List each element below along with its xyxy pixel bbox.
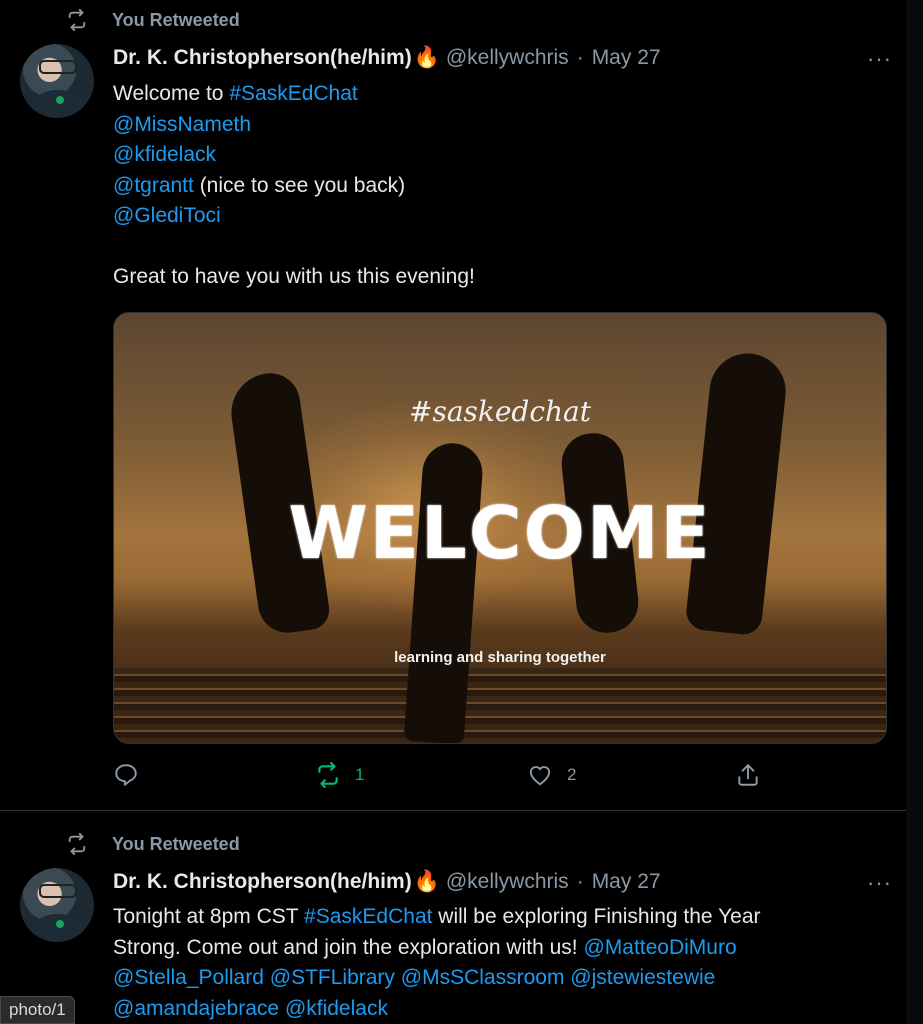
fire-emoji: 🔥 (413, 46, 440, 69)
mention-link[interactable]: @kfidelack (285, 997, 388, 1020)
tweet-text-line: Welcome to #SaskEdChat (113, 79, 853, 110)
tweet-1[interactable]: You Retweeted Dr. K. Christopherson(he/h… (0, 0, 906, 810)
mention-link[interactable]: @STFLibrary (270, 966, 395, 989)
tweet-text-line: @amandajebrace @kfidelack (113, 994, 853, 1024)
avatar-pin (56, 920, 64, 928)
separator-dot: · (576, 870, 584, 893)
like-button[interactable]: 2 (527, 762, 576, 788)
avatar-glasses (39, 884, 77, 898)
author-handle[interactable]: @kellywchris (446, 870, 569, 894)
retweet-indicator: You Retweeted (66, 8, 240, 32)
scrollbar[interactable] (906, 0, 923, 1024)
tweet-body: Welcome to #SaskEdChat @MissNameth @kfidel… (113, 79, 853, 293)
tweet-text-line: @Stella_Pollard @STFLibrary @MsSClassroo… (113, 963, 853, 994)
fire-emoji: 🔥 (413, 870, 440, 893)
reply-icon (115, 764, 137, 786)
retweet-indicator: You Retweeted (66, 832, 240, 856)
tweet-actions: 1 2 (113, 762, 813, 792)
avatar-shirt (26, 914, 88, 942)
mention-link[interactable]: @MatteoDiMuro (583, 936, 736, 959)
mention-link[interactable]: @GlediToci (113, 204, 221, 227)
image-welcome-text: WELCOME (288, 491, 712, 575)
author-handle[interactable]: @kellywchris (446, 46, 569, 70)
tweet-text: Great to have you with us this evening! (113, 265, 475, 288)
retweet-icon (318, 762, 338, 788)
mention-link[interactable]: @Stella_Pollard (113, 966, 264, 989)
avatar[interactable] (20, 44, 94, 118)
mention-link[interactable]: @MissNameth (113, 113, 251, 136)
tweet-header: Dr. K. Christopherson(he/him) 🔥 @kellywc… (113, 870, 661, 894)
tweet-text-line: @MissNameth (113, 110, 853, 141)
tweet-text-line: @tgrantt (nice to see you back) (113, 171, 853, 202)
retweet-label: You Retweeted (112, 833, 240, 854)
sea-waves (114, 668, 886, 743)
retweet-icon (68, 833, 86, 855)
tweet-text: Welcome to (113, 82, 230, 105)
avatar-shirt (26, 90, 88, 118)
tweet-2[interactable]: You Retweeted Dr. K. Christopherson(he/h… (0, 811, 906, 1024)
retweet-label: You Retweeted (112, 9, 240, 30)
image-hashtag-text: #saskedchat (408, 395, 591, 428)
tweet-text: Tonight at 8pm CST (113, 905, 305, 928)
more-icon[interactable]: ··· (867, 870, 892, 896)
tweet-date[interactable]: May 27 (592, 870, 661, 894)
more-icon[interactable]: ··· (867, 46, 892, 72)
tweet-text-line (113, 232, 853, 263)
mention-link[interactable]: @amandajebrace (113, 997, 279, 1020)
tweet-text-line: Strong. Come out and join the exploratio… (113, 933, 853, 964)
avatar[interactable] (20, 868, 94, 942)
mention-link[interactable]: @jstewiestewie (570, 966, 715, 989)
retweet-button[interactable]: 1 (315, 762, 364, 788)
status-url: photo/1 (0, 996, 75, 1024)
share-button[interactable] (735, 762, 761, 788)
tweet-text: Strong. Come out and join the exploratio… (113, 935, 584, 959)
author-name[interactable]: Dr. K. Christopherson(he/him) (113, 870, 412, 894)
like-icon (529, 766, 551, 786)
avatar-glasses (39, 60, 77, 74)
hashtag-link[interactable]: #SaskEdChat (304, 905, 432, 928)
reply-button[interactable] (113, 762, 139, 788)
author-name[interactable]: Dr. K. Christopherson(he/him) (113, 46, 412, 70)
tweet-text: will be exploring Finishing the Year (432, 905, 761, 928)
tweet-header: Dr. K. Christopherson(he/him) 🔥 @kellywc… (113, 46, 661, 70)
tweet-text-line: Great to have you with us this evening! (113, 262, 853, 293)
like-count: 2 (567, 765, 577, 784)
retweet-count: 1 (355, 765, 365, 784)
mention-link[interactable]: @MsSClassroom (401, 966, 565, 989)
separator-dot: · (576, 46, 584, 69)
image-tagline: learning and sharing together (394, 649, 606, 666)
mention-link[interactable]: @tgrantt (113, 174, 194, 197)
retweet-icon (68, 9, 86, 31)
hashtag-link[interactable]: #SaskEdChat (229, 82, 357, 105)
tweet-date[interactable]: May 27 (592, 46, 661, 70)
tweet-body: Tonight at 8pm CST #SaskEdChat will be e… (113, 902, 853, 1024)
share-icon (738, 764, 758, 786)
avatar-pin (56, 96, 64, 104)
tweet-text: (nice to see you back) (193, 173, 406, 197)
tweet-text-line: @GlediToci (113, 201, 853, 232)
tweet-text-line: Tonight at 8pm CST #SaskEdChat will be e… (113, 902, 853, 933)
mention-link[interactable]: @kfidelack (113, 143, 216, 166)
tweet-image[interactable]: #saskedchat WELCOME learning and sharing… (113, 312, 887, 744)
tweet-text-line: @kfidelack (113, 140, 853, 171)
